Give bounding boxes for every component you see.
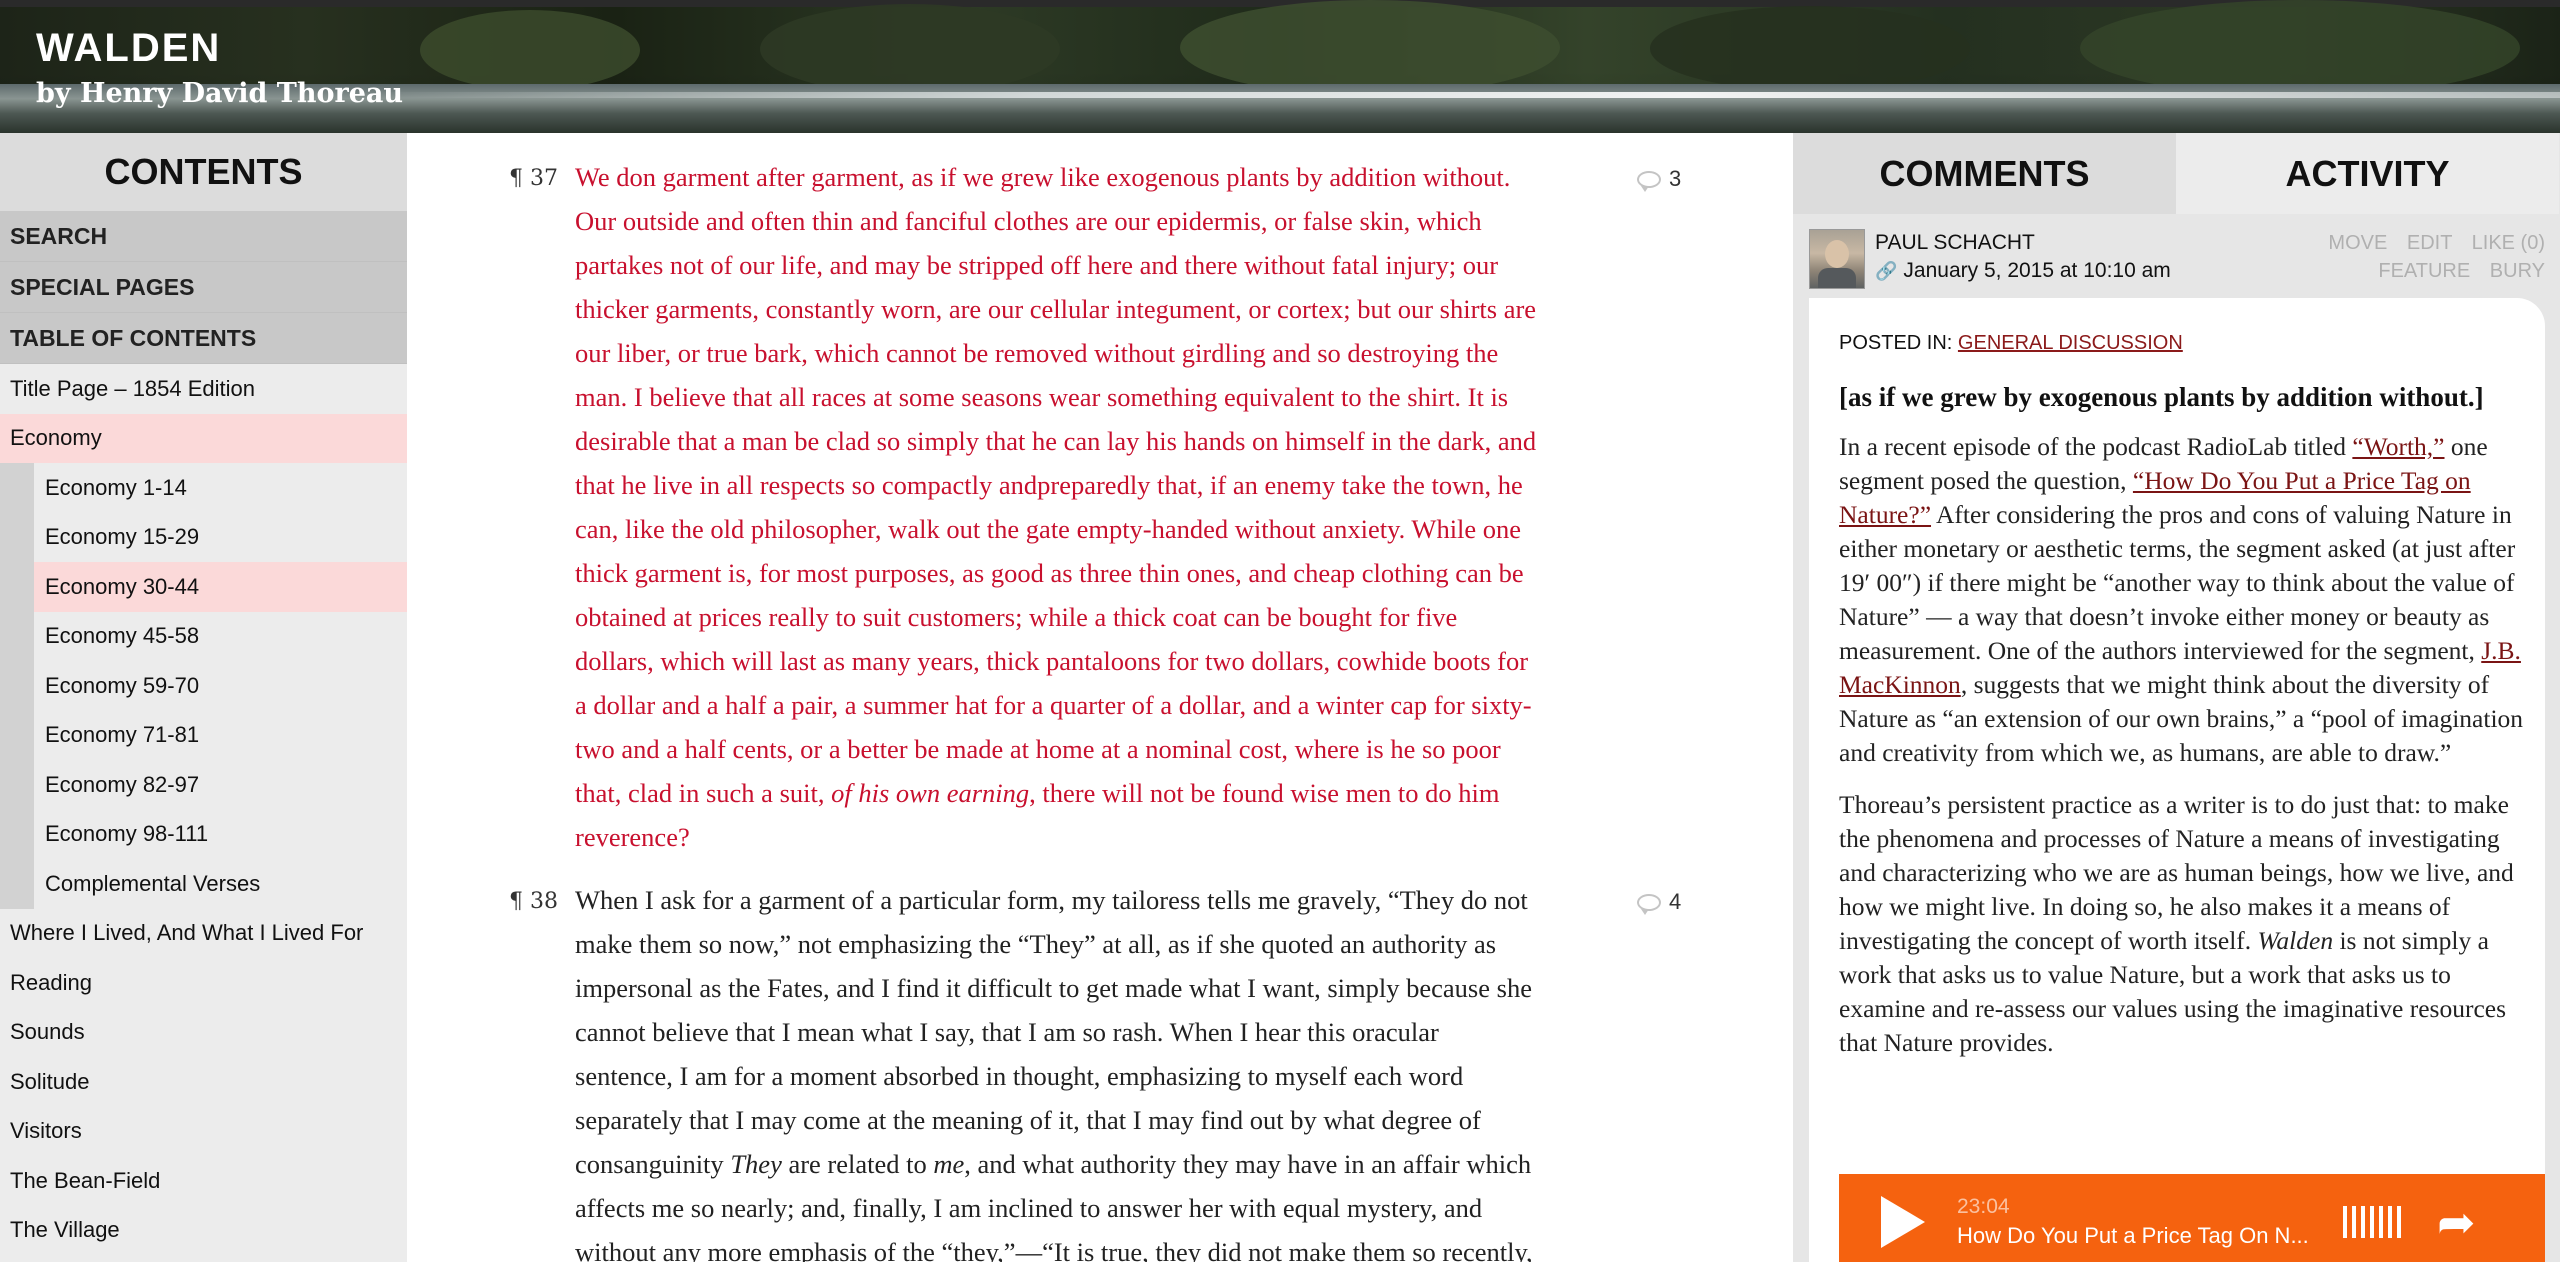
paragraph-text[interactable]: When I ask for a garment of a particular… — [575, 878, 1635, 1262]
nav-table-of-contents[interactable]: TABLE OF CONTENTS — [0, 313, 407, 364]
comment-author[interactable]: PAUL SCHACHT — [1875, 231, 2035, 255]
toc-item[interactable]: Reading — [0, 958, 407, 1008]
comment-body: [as if we grew by exogenous plants by ad… — [1839, 358, 2529, 1078]
bury-button[interactable]: BURY — [2490, 260, 2545, 282]
move-button[interactable]: MOVE — [2328, 232, 2387, 254]
comment-header: PAUL SCHACHT 🔗 January 5, 2015 at 10:10 … — [1809, 229, 2545, 289]
site-title[interactable]: WALDEN — [36, 26, 221, 71]
paragraph-text[interactable]: We don garment after garment, as if we g… — [575, 155, 1635, 859]
comment-card: POSTED IN: GENERAL DISCUSSION [as if we … — [1809, 298, 2545, 1262]
play-icon[interactable] — [1881, 1195, 1925, 1248]
avatar — [1809, 229, 1865, 289]
tab-comments[interactable]: COMMENTS — [1793, 133, 2176, 214]
toc-item[interactable]: Solitude — [0, 1057, 407, 1107]
permalink-icon: 🔗 — [1875, 260, 1898, 281]
toc-item[interactable]: Sounds — [0, 1007, 407, 1057]
like-button[interactable]: LIKE (0) — [2472, 232, 2545, 254]
comment-timestamp[interactable]: 🔗 January 5, 2015 at 10:10 am — [1875, 259, 2171, 283]
nav-search[interactable]: SEARCH — [0, 211, 407, 262]
comment-count-value: 4 — [1669, 889, 1682, 914]
comment-count[interactable]: 3 — [1637, 166, 1681, 192]
worth-link[interactable]: “Worth,” — [2352, 432, 2444, 461]
toc-item[interactable]: Economy 82-97 — [0, 760, 407, 810]
toc-list: Title Page – 1854 Edition Economy Economy … — [0, 364, 407, 1255]
player-time: 23:04 — [1957, 1194, 2010, 1218]
comment-paragraph: In a recent episode of the podcast Radio… — [1839, 432, 2524, 767]
waveform-icon[interactable] — [2343, 1205, 2401, 1238]
comment-count-value: 3 — [1669, 166, 1682, 191]
toc-item[interactable]: Economy 30-44 — [0, 562, 407, 612]
toc-item[interactable]: Economy — [0, 413, 407, 463]
paragraph-number: ¶ 38 — [509, 889, 558, 914]
share-icon[interactable]: ➦ — [2437, 1195, 2476, 1249]
comment-actions: MOVE EDIT LIKE (0) FEATURE BURY — [2314, 229, 2545, 285]
reading-pane: ¶ 37 3 We don garment after garment, as … — [407, 133, 1793, 1262]
audio-player: 23:04 How Do You Put a Price Tag On N...… — [1839, 1174, 2545, 1262]
comments-panel: COMMENTS ACTIVITY PAUL SCHACHT 🔗 January… — [1793, 133, 2560, 1262]
comment-bubble-icon — [1637, 170, 1661, 192]
toc-item[interactable]: Title Page – 1854 Edition — [0, 364, 407, 414]
panel-tabs: COMMENTS ACTIVITY — [1793, 133, 2560, 214]
feature-button[interactable]: FEATURE — [2378, 260, 2470, 282]
comment-count[interactable]: 4 — [1637, 889, 1681, 915]
toc-item[interactable]: Economy 45-58 — [0, 611, 407, 661]
toc-item[interactable]: Economy 98-111 — [0, 809, 407, 859]
contents-tab[interactable]: CONTENTS — [0, 133, 407, 211]
toc-item[interactable]: The Village — [0, 1205, 407, 1255]
nav-special-pages[interactable]: SPECIAL PAGES — [0, 262, 407, 313]
toc-item[interactable]: Where I Lived, And What I Lived For — [0, 908, 407, 958]
toc-item[interactable]: Economy 59-70 — [0, 661, 407, 711]
sidebar: CONTENTS SEARCH SPECIAL PAGES TABLE OF C… — [0, 133, 407, 1262]
comment-bubble-icon — [1637, 893, 1661, 915]
category-link[interactable]: GENERAL DISCUSSION — [1958, 332, 2183, 354]
toc-item[interactable]: The Bean-Field — [0, 1156, 407, 1206]
player-title[interactable]: How Do You Put a Price Tag On N... — [1957, 1223, 2317, 1249]
site-subtitle: by Henry David Thoreau — [36, 78, 403, 109]
toc-item[interactable]: Economy 1-14 — [0, 463, 407, 513]
paragraph-number: ¶ 37 — [509, 166, 558, 191]
toc-item[interactable]: Visitors — [0, 1106, 407, 1156]
toc-item[interactable]: Economy 15-29 — [0, 512, 407, 562]
comment-paragraph: Thoreau’s persistent practice as a write… — [1839, 790, 2514, 1057]
toc-item[interactable]: Complemental Verses — [0, 859, 407, 909]
site-header: WALDEN by Henry David Thoreau — [0, 0, 2560, 133]
comment-quote: [as if we grew by exogenous plants by ad… — [1839, 382, 2484, 412]
toc-item[interactable]: Economy 71-81 — [0, 710, 407, 760]
posted-in: POSTED IN: GENERAL DISCUSSION — [1839, 332, 2183, 354]
tab-activity[interactable]: ACTIVITY — [2176, 133, 2559, 214]
edit-button[interactable]: EDIT — [2407, 232, 2452, 254]
